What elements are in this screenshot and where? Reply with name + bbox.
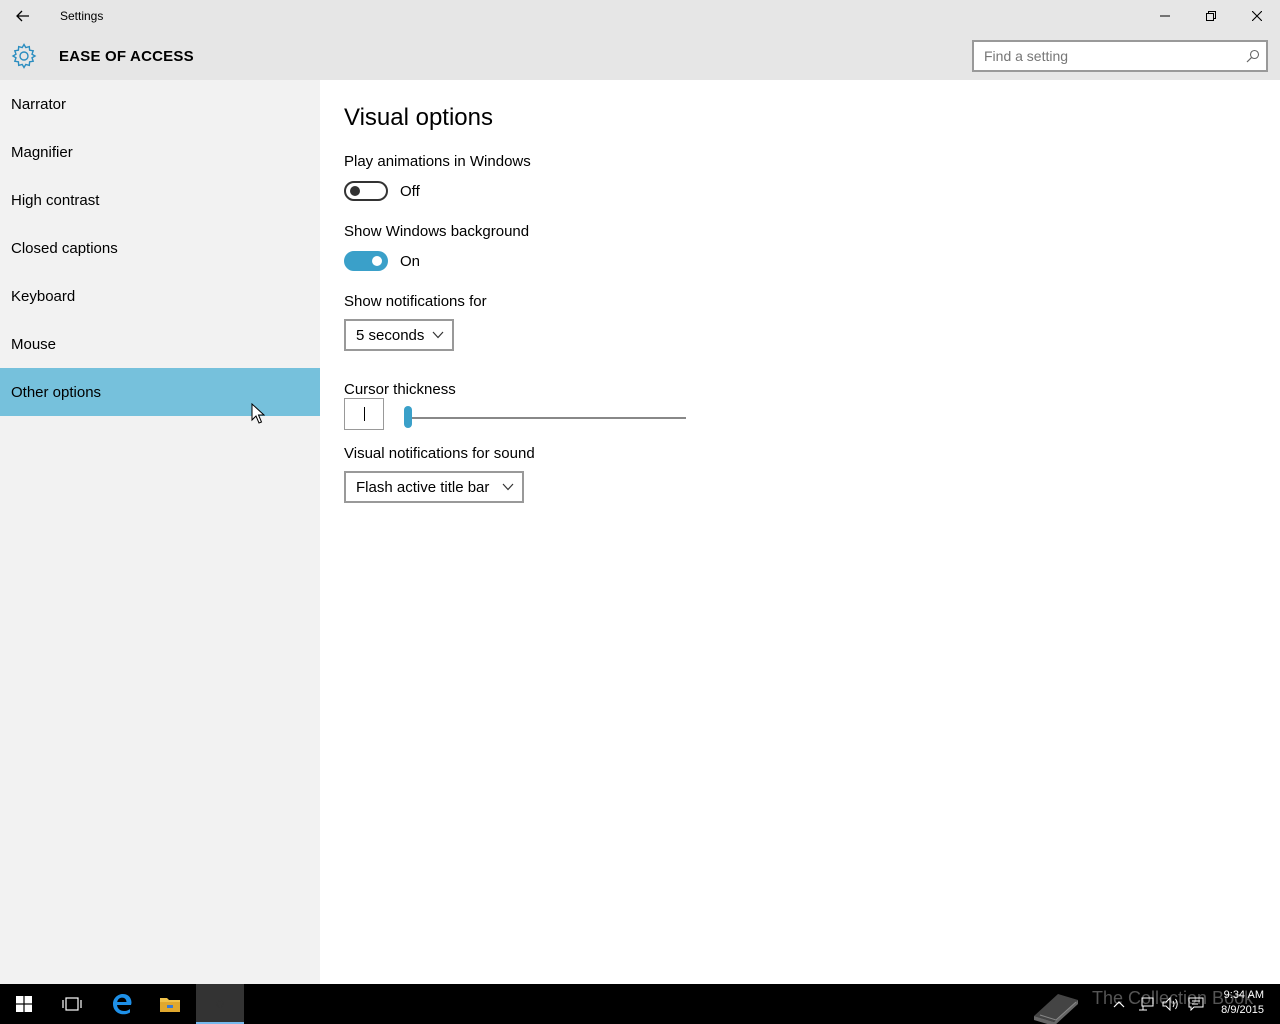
notifications-value: 5 seconds (356, 326, 425, 344)
animations-label: Play animations in Windows (344, 153, 531, 170)
maximize-button[interactable] (1188, 0, 1234, 32)
settings-icon (216, 1000, 224, 1008)
sidebar-item-magnifier[interactable]: Magnifier (0, 128, 320, 176)
cursor-label: Cursor thickness (344, 381, 456, 398)
edge-icon (113, 994, 132, 1015)
windows-start-icon (16, 996, 32, 1012)
chevron-up-icon[interactable] (1112, 999, 1126, 1009)
slider-thumb[interactable] (404, 406, 412, 428)
gear-icon (11, 43, 37, 69)
action-center-icon[interactable] (1188, 997, 1204, 1011)
search-icon[interactable] (1246, 49, 1260, 63)
minimize-icon (1160, 15, 1170, 17)
back-button[interactable] (0, 0, 46, 32)
clock-time: 9:34 AM (1223, 989, 1264, 1001)
sound-dropdown[interactable]: Flash active title bar (344, 471, 524, 503)
sidebar-item-closed-captions[interactable]: Closed captions (0, 224, 320, 272)
search-box[interactable] (972, 40, 1268, 72)
volume-icon[interactable] (1162, 997, 1180, 1011)
sidebar: Narrator Magnifier High contrast Closed … (0, 80, 320, 984)
window-title: Settings (60, 9, 104, 23)
title-bar: Settings (0, 0, 1280, 32)
start-button[interactable] (0, 984, 48, 1024)
sidebar-item-other-options[interactable]: Other options (0, 368, 320, 416)
task-view-button[interactable] (48, 984, 96, 1024)
page-title: Visual options (344, 104, 493, 131)
book-icon (1034, 994, 1078, 1024)
back-arrow-icon (16, 10, 29, 22)
taskbar: The Collection Book 9:34 AM 8/9/2015 (0, 984, 1280, 1024)
sidebar-item-narrator[interactable]: Narrator (0, 80, 320, 128)
edge-button[interactable] (98, 984, 146, 1024)
chevron-down-icon (432, 331, 444, 339)
background-toggle[interactable] (344, 251, 388, 271)
cursor-thickness-slider[interactable] (404, 406, 686, 428)
section-title: EASE OF ACCESS (59, 48, 194, 65)
animations-state: Off (400, 182, 420, 200)
sidebar-item-keyboard[interactable]: Keyboard (0, 272, 320, 320)
sound-value: Flash active title bar (356, 478, 490, 496)
close-button[interactable] (1234, 0, 1280, 32)
minimize-button[interactable] (1142, 0, 1188, 32)
background-label: Show Windows background (344, 223, 530, 240)
chevron-down-icon (502, 483, 514, 491)
file-explorer-icon (160, 998, 180, 1012)
animations-toggle[interactable] (344, 181, 388, 201)
animations-toggle-row: Off (344, 180, 420, 202)
search-input[interactable] (974, 42, 1224, 70)
file-explorer-button[interactable] (146, 984, 194, 1024)
toggle-knob (372, 256, 382, 266)
network-icon[interactable] (1138, 997, 1154, 1011)
mouse-pointer-icon (251, 403, 265, 424)
maximize-icon (1206, 11, 1216, 21)
close-icon (1252, 11, 1262, 21)
clock-date: 8/9/2015 (1221, 1004, 1264, 1016)
settings-header: EASE OF ACCESS (0, 32, 1280, 80)
background-toggle-row: On (344, 250, 420, 272)
sidebar-item-mouse[interactable]: Mouse (0, 320, 320, 368)
cursor-preview (344, 398, 384, 430)
sidebar-item-high-contrast[interactable]: High contrast (0, 176, 320, 224)
sound-label: Visual notifications for sound (344, 445, 535, 462)
task-view-icon (62, 997, 82, 1011)
settings-taskbar-button[interactable] (196, 984, 244, 1024)
toggle-knob (350, 186, 360, 196)
clock[interactable]: 9:34 AM 8/9/2015 (1221, 988, 1264, 1018)
background-state: On (400, 252, 421, 270)
notifications-dropdown[interactable]: 5 seconds (344, 319, 454, 351)
cursor-preview-bar (364, 407, 365, 421)
notifications-label: Show notifications for (344, 293, 487, 310)
system-tray (1112, 984, 1204, 1024)
slider-track (404, 417, 686, 419)
